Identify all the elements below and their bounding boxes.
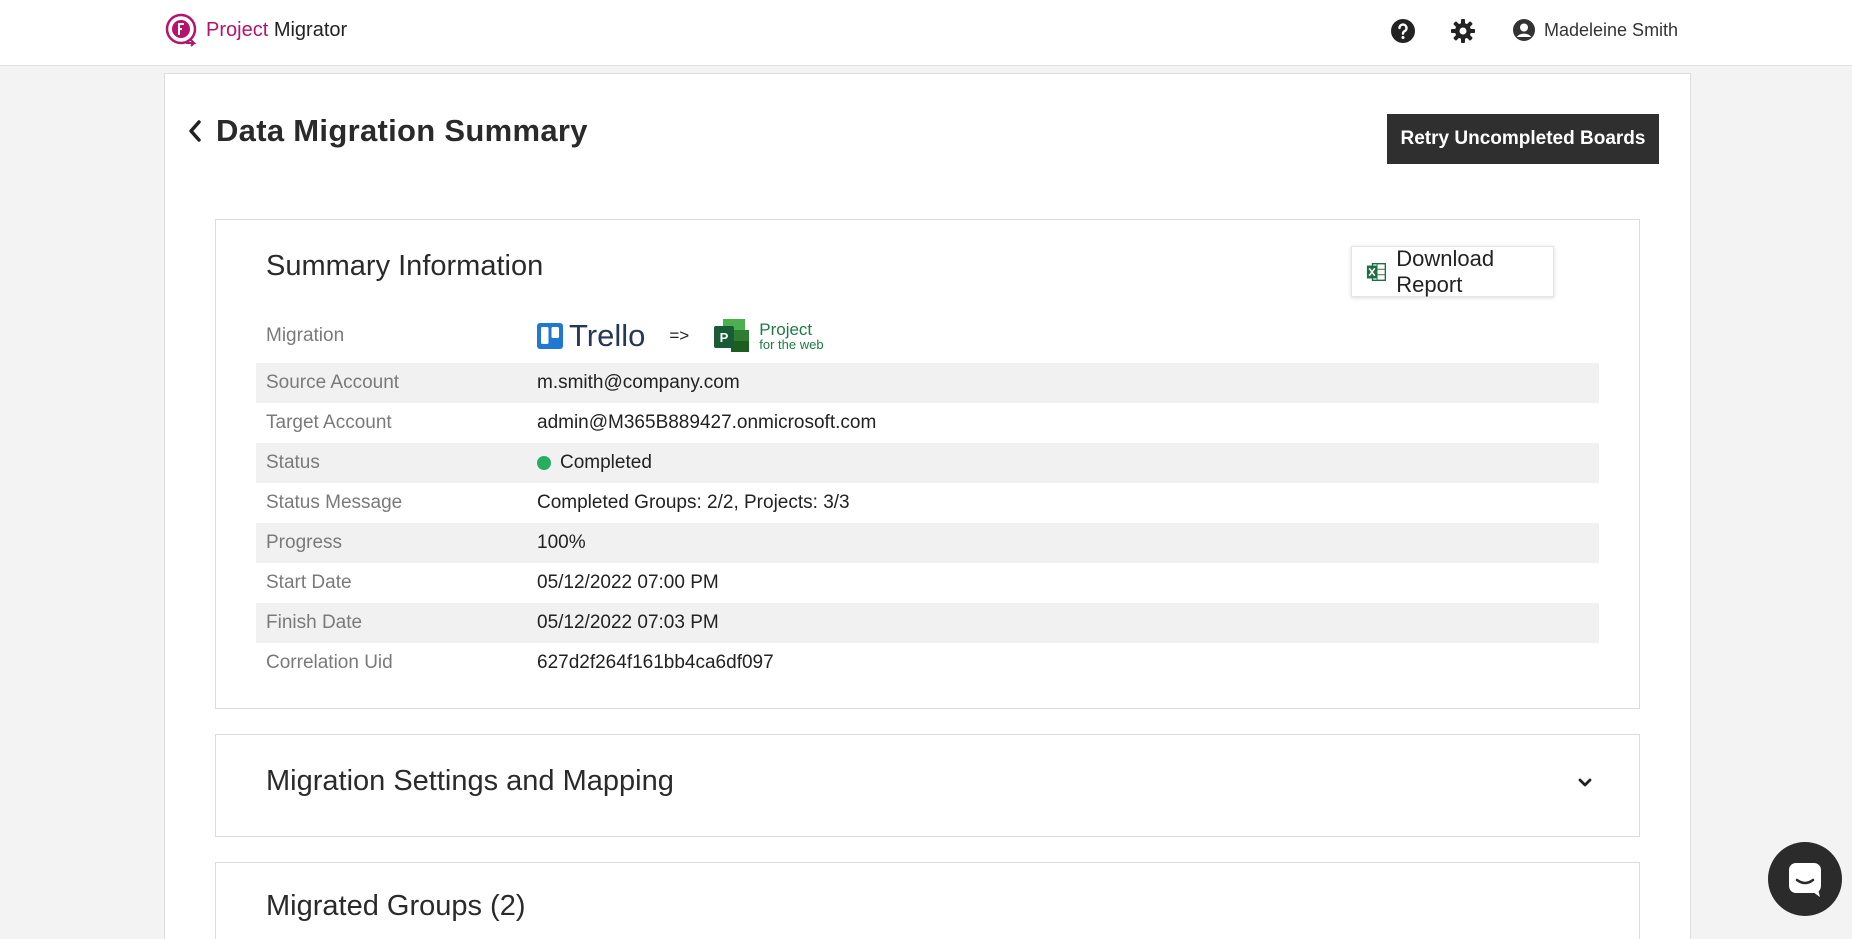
row-label: Progress (266, 532, 343, 553)
download-report-label: Download Report (1396, 245, 1495, 297)
chevron-down-icon[interactable] (1575, 776, 1595, 790)
gear-icon[interactable] (1450, 18, 1476, 44)
retry-uncompleted-boards-button[interactable]: Retry Uncompleted Boards (1387, 114, 1659, 164)
status-text: Completed (560, 452, 652, 473)
user-circle-icon (1513, 19, 1535, 41)
chat-launcher-button[interactable] (1768, 842, 1842, 916)
user-menu[interactable]: Madeleine Smith (1512, 18, 1678, 42)
settings-panel-title: Migration Settings and Mapping (266, 765, 674, 797)
user-name: Madeleine Smith (1544, 19, 1679, 40)
groups-panel-title: Migrated Groups (2) (266, 890, 526, 922)
row-value: m.smith@company.com (537, 372, 740, 393)
finish-date-row: Finish Date 05/12/2022 07:03 PM (256, 603, 1599, 643)
app-logo[interactable]: Project Migrator (164, 12, 347, 48)
source-account-row: Source Account m.smith@company.com (256, 363, 1599, 403)
row-label: Start Date (266, 572, 352, 593)
microsoft-project-icon: P (714, 319, 750, 352)
project-migrator-logo-icon (165, 13, 197, 47)
row-label: Status (266, 452, 320, 473)
chevron-left-icon[interactable] (186, 118, 204, 144)
status-value: Completed (537, 452, 652, 474)
status-dot-icon (537, 456, 551, 470)
migration-value: Trello => P Project for the web (537, 318, 824, 354)
row-value: 100% (537, 532, 586, 553)
correlation-uid-row: Correlation Uid 627d2f264f161bb4ca6df097 (256, 643, 1599, 683)
svg-text:P: P (720, 330, 729, 345)
summary-table: Migration Trello => P Project for the we… (256, 311, 1599, 683)
summary-title: Summary Information (266, 250, 544, 282)
question-circle-icon[interactable] (1390, 18, 1416, 44)
row-label: Status Message (266, 492, 403, 513)
start-date-row: Start Date 05/12/2022 07:00 PM (256, 563, 1599, 603)
migration-row: Migration Trello => P Project for the we… (256, 311, 1599, 361)
migration-arrow: => (669, 326, 690, 345)
page-title: Data Migration Summary (216, 113, 588, 148)
migration-settings-panel[interactable]: Migration Settings and Mapping (215, 734, 1640, 837)
trello-icon (537, 323, 563, 349)
progress-row: Progress 100% (256, 523, 1599, 563)
project-for-the-web-logo: P Project for the web (713, 318, 824, 354)
row-value: 05/12/2022 07:03 PM (537, 612, 719, 633)
target-account-row: Target Account admin@M365B889427.onmicro… (256, 403, 1599, 443)
row-value: admin@M365B889427.onmicrosoft.com (537, 412, 877, 433)
row-value: 627d2f264f161bb4ca6df097 (537, 652, 774, 673)
summary-information-panel: Summary Information Download Report Migr… (215, 219, 1640, 709)
app-name: Project Migrator (206, 18, 348, 41)
top-navbar: Project Migrator Madeleine Smith (0, 0, 1852, 66)
chat-icon (1789, 863, 1821, 897)
excel-icon (1366, 262, 1387, 281)
migrated-groups-panel: Migrated Groups (2) (215, 862, 1640, 939)
download-report-button[interactable]: Download Report (1351, 246, 1554, 297)
row-label: Finish Date (266, 612, 363, 633)
status-message-row: Status Message Completed Groups: 2/2, Pr… (256, 483, 1599, 523)
row-label: Correlation Uid (266, 652, 393, 673)
trello-logo: Trello (537, 318, 645, 354)
status-row: Status Completed (256, 443, 1599, 483)
row-label: Source Account (266, 372, 400, 393)
row-label: Target Account (266, 412, 392, 433)
row-label: Migration (266, 325, 345, 346)
row-value: Completed Groups: 2/2, Projects: 3/3 (537, 492, 850, 513)
row-value: 05/12/2022 07:00 PM (537, 572, 719, 593)
